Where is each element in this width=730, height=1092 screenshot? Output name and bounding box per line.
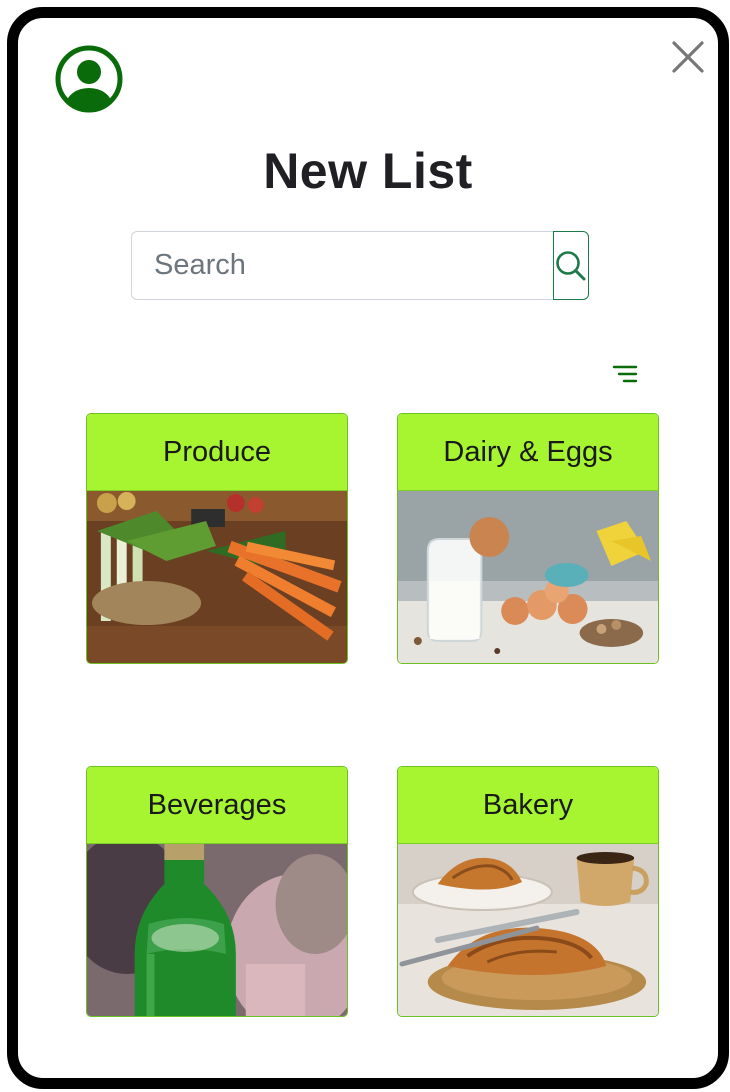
close-button[interactable] bbox=[671, 40, 705, 74]
filter-button[interactable] bbox=[610, 362, 640, 386]
category-card-label: Produce bbox=[87, 414, 347, 491]
beverages-image bbox=[87, 844, 347, 1016]
bakery-image bbox=[398, 844, 658, 1016]
search-input[interactable] bbox=[131, 231, 553, 300]
user-avatar-icon[interactable] bbox=[55, 45, 123, 113]
category-card-beverages[interactable]: Beverages bbox=[86, 766, 348, 1017]
category-card-label: Bakery bbox=[398, 767, 658, 844]
close-icon bbox=[672, 41, 704, 73]
category-card-produce[interactable]: Produce bbox=[86, 413, 348, 664]
dairy-eggs-image bbox=[398, 491, 658, 663]
search-bar bbox=[131, 231, 589, 300]
search-button[interactable] bbox=[553, 231, 589, 300]
app-window: New List Produce bbox=[7, 7, 729, 1089]
category-card-dairy-eggs[interactable]: Dairy & Eggs bbox=[397, 413, 659, 664]
category-card-label: Dairy & Eggs bbox=[398, 414, 658, 491]
search-icon bbox=[556, 250, 586, 280]
produce-image bbox=[87, 491, 347, 663]
category-card-label: Beverages bbox=[87, 767, 347, 844]
filter-icon bbox=[612, 365, 638, 383]
page-title: New List bbox=[263, 143, 473, 199]
category-card-bakery[interactable]: Bakery bbox=[397, 766, 659, 1017]
